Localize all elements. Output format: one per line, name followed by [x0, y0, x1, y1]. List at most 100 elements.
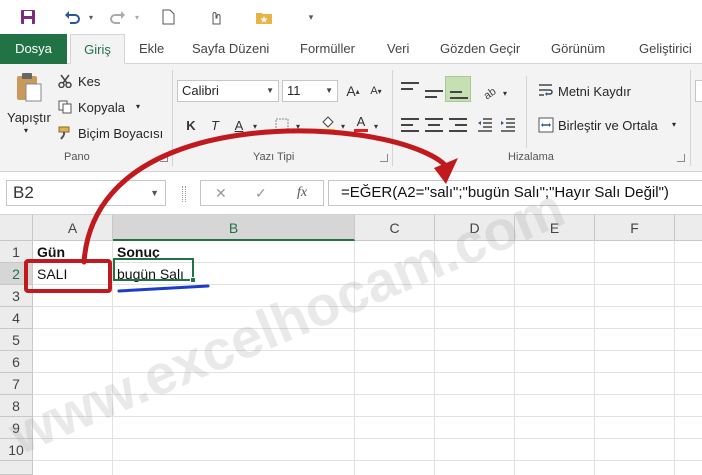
- tab-insert[interactable]: Ekle: [139, 34, 164, 64]
- column-header-a[interactable]: A: [33, 215, 113, 241]
- row-header-7[interactable]: 7: [0, 373, 33, 395]
- touch-mode-icon[interactable]: [206, 7, 226, 27]
- borders-button[interactable]: [272, 115, 292, 135]
- formula-input[interactable]: =EĞER(A2="salı";"bugün Salı";"Hayır Salı…: [328, 180, 702, 206]
- align-right-button[interactable]: [449, 118, 467, 132]
- row-header-10[interactable]: 10: [0, 439, 33, 461]
- align-center-button[interactable]: [425, 118, 443, 132]
- column-header-b[interactable]: B: [113, 215, 355, 241]
- tab-developer[interactable]: Geliştirici: [639, 34, 692, 64]
- column-header-g[interactable]: [675, 215, 702, 241]
- merge-center-button[interactable]: Birleştir ve Ortala ▾: [536, 114, 686, 136]
- row-header-9[interactable]: 9: [0, 417, 33, 439]
- font-size-value: 11: [287, 83, 301, 98]
- orientation-button[interactable]: ab: [480, 81, 500, 101]
- gridline: [434, 241, 435, 475]
- name-box[interactable]: B2 ▼: [6, 180, 166, 206]
- customize-toolbar-icon[interactable]: ▾: [304, 7, 318, 27]
- bold-button[interactable]: K: [181, 115, 201, 135]
- group-separator: [172, 70, 173, 166]
- paste-button[interactable]: Yapıştır ▾: [4, 70, 52, 140]
- row-header-11[interactable]: [0, 461, 33, 475]
- redo-dropdown-icon[interactable]: ▾: [132, 7, 142, 27]
- font-group-label: Yazı Tipi: [253, 151, 295, 163]
- font-color-dropdown-icon[interactable]: ▾: [371, 116, 381, 136]
- save-icon[interactable]: [18, 7, 38, 27]
- format-painter-label: Biçim Boyacısı: [78, 126, 164, 141]
- svg-text:ab: ab: [482, 86, 499, 99]
- row-header-5[interactable]: 5: [0, 329, 33, 351]
- undo-dropdown-icon[interactable]: ▾: [86, 7, 96, 27]
- tab-page-layout[interactable]: Sayfa Düzeni: [192, 34, 269, 64]
- font-color-button[interactable]: A: [351, 113, 371, 133]
- row-header-8[interactable]: 8: [0, 395, 33, 417]
- font-size-select[interactable]: 11 ▼: [282, 80, 338, 102]
- cell-a1[interactable]: Gün: [33, 241, 112, 263]
- column-header-d[interactable]: D: [435, 215, 515, 241]
- underline-button[interactable]: A: [229, 115, 249, 135]
- folder-star-icon[interactable]: [254, 7, 274, 27]
- merge-dropdown-icon: ▾: [672, 120, 677, 129]
- tab-data[interactable]: Veri: [387, 34, 409, 64]
- font-name-select[interactable]: Calibri ▼: [177, 80, 279, 102]
- row-header-6[interactable]: 6: [0, 351, 33, 373]
- wrap-text-button[interactable]: Metni Kaydır: [536, 80, 656, 102]
- increase-indent-button[interactable]: [498, 115, 518, 135]
- column-header-c[interactable]: C: [355, 215, 435, 241]
- underline-dropdown-icon[interactable]: ▾: [250, 116, 260, 136]
- borders-dropdown-icon[interactable]: ▾: [293, 116, 303, 136]
- fill-handle[interactable]: [190, 277, 196, 283]
- fill-color-dropdown-icon[interactable]: ▾: [338, 116, 348, 136]
- cell-a2[interactable]: SALI: [33, 263, 112, 285]
- group-separator: [526, 76, 527, 148]
- wrap-text-label: Metni Kaydır: [558, 84, 631, 99]
- resize-handle[interactable]: [182, 186, 186, 202]
- decrease-indent-icon: [478, 118, 492, 132]
- new-document-icon[interactable]: [158, 7, 178, 27]
- font-launcher-icon[interactable]: [380, 154, 388, 162]
- italic-button[interactable]: T: [205, 115, 225, 135]
- tab-file[interactable]: Dosya: [0, 34, 67, 64]
- name-box-value: B2: [13, 183, 34, 202]
- format-painter-button[interactable]: Biçim Boyacısı: [58, 124, 168, 144]
- fill-color-button[interactable]: [318, 114, 338, 134]
- row-header-4[interactable]: 4: [0, 307, 33, 329]
- gridline: [594, 241, 595, 475]
- cancel-icon[interactable]: ✕: [215, 185, 227, 202]
- row-header-2[interactable]: 2: [0, 263, 33, 285]
- clipboard-launcher-icon[interactable]: [160, 154, 168, 162]
- shrink-font-button[interactable]: A ▾: [366, 81, 386, 101]
- formula-bar: B2 ▼ ✕ ✓ fx =EĞER(A2="salı";"bugün Salı"…: [0, 172, 702, 215]
- tab-home[interactable]: Giriş: [70, 34, 125, 64]
- decrease-indent-button[interactable]: [475, 115, 495, 135]
- column-header-e[interactable]: E: [515, 215, 595, 241]
- insert-function-icon[interactable]: fx: [297, 185, 307, 201]
- undo-icon[interactable]: [62, 7, 82, 27]
- worksheet-grid: A B C D E F 1 2 3 4 5 6 7 8 9 10 Gün Son…: [0, 215, 702, 475]
- paste-dropdown-icon: ▾: [24, 126, 29, 135]
- gridline: [33, 372, 702, 373]
- column-header-f[interactable]: F: [595, 215, 675, 241]
- redo-icon[interactable]: [108, 7, 128, 27]
- row-header-3[interactable]: 3: [0, 285, 33, 307]
- number-format-box[interactable]: [695, 80, 702, 102]
- align-top-button[interactable]: [401, 82, 419, 96]
- tab-view[interactable]: Görünüm: [551, 34, 605, 64]
- align-left-button[interactable]: [401, 118, 419, 132]
- tab-review[interactable]: Gözden Geçir: [440, 34, 520, 64]
- copy-button[interactable]: Kopyala ▾: [58, 98, 158, 118]
- cut-button[interactable]: Kes: [58, 72, 148, 92]
- font-color-icon: A: [356, 113, 366, 129]
- tab-formulas[interactable]: Formüller: [300, 34, 355, 64]
- grow-font-button[interactable]: A ▴: [343, 81, 363, 101]
- align-middle-button[interactable]: [425, 84, 443, 98]
- row-header-1[interactable]: 1: [0, 241, 33, 263]
- alignment-launcher-icon[interactable]: [677, 154, 685, 162]
- select-all-corner[interactable]: [0, 215, 33, 241]
- font-name-value: Calibri: [182, 83, 219, 98]
- gridline: [33, 438, 702, 439]
- gridline: [33, 328, 702, 329]
- orientation-dropdown-icon[interactable]: ▾: [500, 83, 510, 103]
- enter-icon[interactable]: ✓: [255, 185, 267, 202]
- align-bottom-button[interactable]: [445, 76, 471, 102]
